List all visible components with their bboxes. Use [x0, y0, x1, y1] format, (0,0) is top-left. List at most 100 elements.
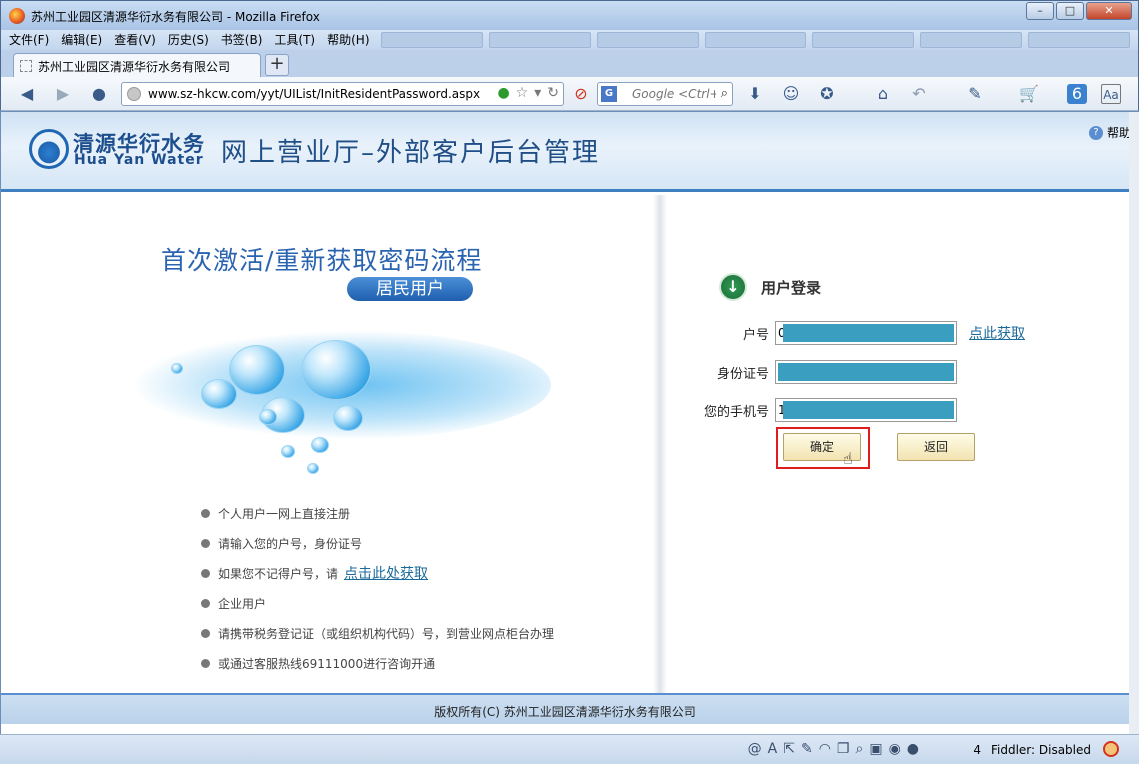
minimize-button[interactable]: – [1026, 2, 1054, 20]
bookmark-item[interactable] [1028, 32, 1131, 48]
menu-help[interactable]: 帮助(H) [327, 31, 369, 49]
arrow-down-icon: ↓ [719, 273, 747, 301]
bubble [259, 409, 277, 425]
addon-icon[interactable]: ☺ [781, 84, 801, 104]
cart-icon[interactable]: 🛒 [1019, 84, 1039, 104]
share-icon[interactable]: ⇱ [783, 741, 795, 757]
home-icon[interactable]: ⌂ [873, 84, 893, 104]
bullet-dot [201, 598, 210, 608]
info-text: 企业用户 [218, 596, 267, 611]
window-icon[interactable]: ❐ [837, 741, 850, 757]
help-icon[interactable]: ? [1088, 125, 1103, 140]
back-button[interactable]: 返回 [897, 433, 975, 461]
bullet-dot [201, 538, 210, 548]
menu-history[interactable]: 历史(S) [168, 31, 209, 49]
info-item: 个人用户一网上直接注册 [201, 498, 554, 528]
tabbar: 苏州工业园区清源华衍水务有限公司 + [0, 50, 1139, 77]
bookmark-item[interactable] [596, 32, 699, 48]
zoom-icon[interactable]: ⌕ [855, 741, 863, 757]
help-link[interactable]: ? 帮助 [1088, 124, 1129, 141]
block-icon[interactable]: ⊘ [571, 84, 591, 104]
statusbar: @ A ⇱ ✎ ◠ ❐ ⌕ ▣ ◉ ● 4 Fiddler: Disabled [0, 734, 1139, 764]
get-account-link[interactable]: 点击此处获取 [344, 563, 428, 583]
info-list: 个人用户一网上直接注册 请输入您的户号，身份证号 如果您不记得户号，请 点击此处… [201, 498, 554, 678]
info-item: 如果您不记得户号，请 点击此处获取 [201, 558, 554, 588]
info-item: 请携带税务登记证（或组织机构代码）号，到营业网点柜台办理 [201, 618, 554, 648]
url-actions: ● ☆ ▾ ↻ [497, 85, 559, 101]
phone-field[interactable] [775, 398, 957, 422]
pen-icon[interactable]: ✎ [801, 741, 813, 757]
print-icon[interactable]: ▣ [869, 741, 882, 757]
bookmark-item[interactable] [812, 32, 915, 48]
download-icon[interactable]: ⬇ [745, 84, 765, 104]
account-row: 户号 点此获取 [667, 321, 1025, 345]
bookmark-item[interactable] [920, 32, 1023, 48]
app-icon[interactable]: 6 [1067, 84, 1087, 104]
url-text[interactable]: www.sz-hkcw.com/yyt/UIList/InitResidentP… [148, 87, 480, 101]
bookmark-item[interactable] [381, 32, 483, 48]
redaction-mask [783, 324, 954, 342]
go-icon[interactable]: ● [497, 85, 509, 101]
info-text: 请输入您的户号，身份证号 [218, 536, 363, 551]
bullet-dot [201, 508, 210, 518]
account-field[interactable] [775, 321, 957, 345]
flow-panel: 首次激活/重新获取密码流程 居民用户 个人用户一网上直接注册 请输入您的户号，身… [1, 195, 661, 693]
search-icon[interactable]: ⌕ [721, 86, 728, 101]
site-title: 网上营业厅–外部客户后台管理 [221, 138, 601, 168]
bookmark-item[interactable] [704, 32, 807, 48]
page-icon [20, 60, 32, 72]
maximize-button[interactable]: □ [1056, 2, 1084, 20]
bookmark-item[interactable] [488, 32, 591, 48]
search-box[interactable]: G ⌕ [597, 82, 733, 106]
help-label[interactable]: 帮助 [1107, 124, 1129, 141]
bullet-dot [201, 628, 210, 638]
reload-icon[interactable]: ↻ [547, 85, 559, 101]
search-input[interactable] [632, 85, 716, 103]
font-icon[interactable]: Aa [1101, 84, 1121, 104]
back-icon[interactable]: ◀ [17, 84, 37, 104]
close-button[interactable]: ✕ [1086, 2, 1132, 20]
forward-icon[interactable]: ▶ [53, 84, 73, 104]
network-icon[interactable]: ● [907, 741, 919, 757]
tab-label: 苏州工业园区清源华衍水务有限公司 [38, 60, 231, 74]
camera-icon[interactable]: ◉ [889, 741, 901, 757]
bubble [307, 463, 319, 474]
site-identity-icon[interactable] [127, 87, 141, 101]
id-label: 身份证号 [716, 366, 769, 382]
get-account-number-link[interactable]: 点此获取 [969, 323, 1025, 343]
account-label: 户号 [742, 327, 769, 343]
star-icon[interactable]: ☆ [516, 85, 529, 101]
logo-en: Hua Yan Water [74, 152, 204, 168]
bubble [171, 363, 183, 374]
page-edge [1129, 112, 1139, 734]
bubble [201, 379, 237, 409]
status-count: 4 [973, 743, 981, 757]
search-engine-icon[interactable]: G [601, 86, 617, 102]
home-globe-icon[interactable]: ● [89, 84, 109, 104]
fiddler-status[interactable]: Fiddler: Disabled [991, 743, 1091, 757]
dropdown-icon[interactable]: ▾ [534, 85, 541, 101]
new-tab-button[interactable]: + [265, 54, 289, 76]
at-icon[interactable]: @ [748, 741, 762, 757]
tab-active[interactable]: 苏州工业园区清源华衍水务有限公司 [13, 53, 261, 77]
menu-tools[interactable]: 工具(T) [274, 31, 315, 49]
redaction-mask [783, 401, 954, 419]
addon2-icon[interactable]: ✪ [817, 84, 837, 104]
text-icon[interactable]: A [768, 741, 778, 757]
id-field[interactable] [775, 360, 957, 384]
info-text: 或通过客服热线69111000进行咨询开通 [218, 656, 436, 671]
menu-edit[interactable]: 编辑(E) [61, 31, 102, 49]
menu-bookmarks[interactable]: 书签(B) [221, 31, 263, 49]
bubble [229, 345, 285, 395]
block-icon[interactable] [1103, 741, 1119, 757]
url-bar[interactable]: www.sz-hkcw.com/yyt/UIList/InitResidentP… [121, 82, 564, 106]
mask-icon[interactable]: ◠ [819, 741, 831, 757]
undo-icon[interactable]: ↶ [909, 84, 929, 104]
tool-icon[interactable]: ✎ [965, 84, 985, 104]
status-icons: @ A ⇱ ✎ ◠ ❐ ⌕ ▣ ◉ ● [748, 741, 919, 757]
menu-view[interactable]: 查看(V) [114, 31, 156, 49]
info-text: 请携带税务登记证（或组织机构代码）号，到营业网点柜台办理 [218, 626, 555, 641]
info-item: 请输入您的户号，身份证号 [201, 528, 554, 558]
page-content: 清源华衍水务 Hua Yan Water 网上营业厅–外部客户后台管理 ? 帮助… [1, 112, 1129, 734]
menu-file[interactable]: 文件(F) [9, 31, 49, 49]
